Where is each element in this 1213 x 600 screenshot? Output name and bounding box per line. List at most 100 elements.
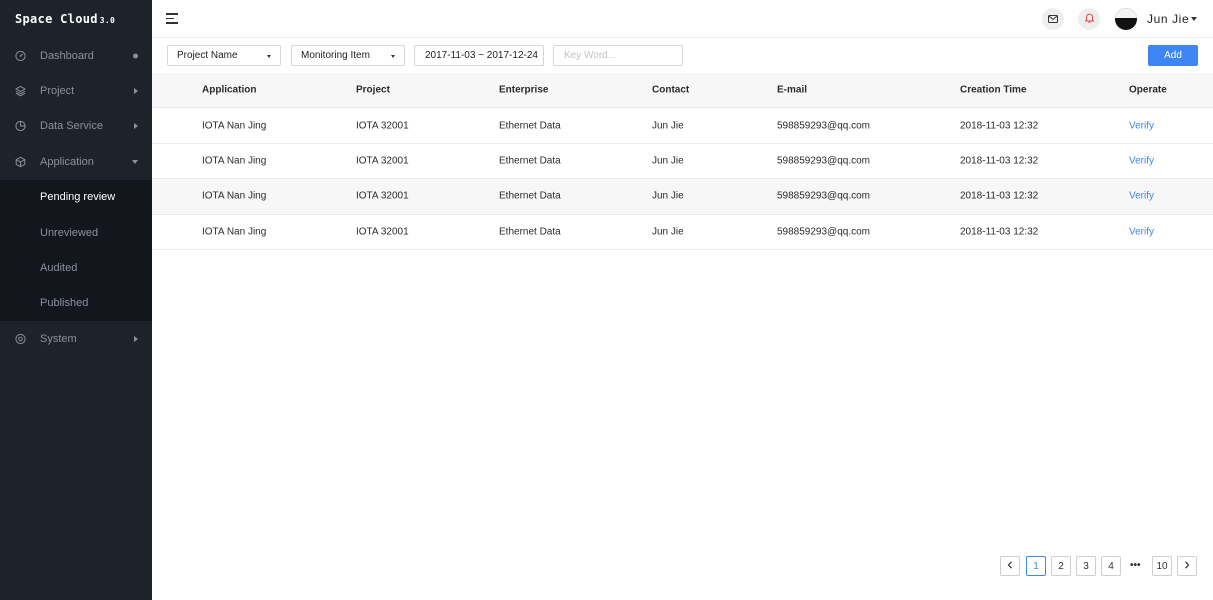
sidebar-nav: Dashboard Project Data Service Applicati… [0, 38, 152, 357]
column-header-email: E-mail [777, 84, 808, 96]
column-header-creation-time: Creation Time [960, 84, 1027, 96]
column-header-contact: Contact [652, 84, 690, 96]
cell-email: 598859293@qq.com [777, 120, 870, 132]
cell-email: 598859293@qq.com [777, 190, 870, 202]
previous-page-button[interactable] [1000, 556, 1020, 576]
cell-enterprise: Ethernet Data [499, 120, 561, 132]
sidebar-item-label: Data Service [40, 120, 103, 133]
cell-application: IOTA Nan Jing [202, 226, 267, 238]
sidebar-item-data-service[interactable]: Data Service [0, 109, 152, 144]
cell-enterprise: Ethernet Data [499, 226, 561, 238]
cell-application: IOTA Nan Jing [202, 120, 267, 132]
table-row: IOTA Nan Jing IOTA 32001 Ethernet Data J… [152, 143, 1213, 180]
sidebar-item-dashboard[interactable]: Dashboard [0, 38, 152, 73]
submenu-item-published[interactable]: Published [0, 286, 152, 321]
page-button-1[interactable]: 1 [1026, 556, 1046, 576]
chevron-right-icon [134, 123, 138, 130]
table-row: IOTA Nan Jing IOTA 32001 Ethernet Data J… [152, 179, 1213, 215]
chevron-right-icon [1184, 560, 1190, 572]
menu-toggle-icon[interactable] [166, 13, 178, 24]
pagination-ellipsis: ••• [1130, 560, 1141, 571]
column-header-project: Project [356, 84, 390, 96]
verify-link[interactable]: Verify [1129, 226, 1154, 237]
cell-project: IOTA 32001 [356, 190, 409, 202]
cell-project: IOTA 32001 [356, 226, 409, 238]
user-name[interactable]: Jun Jie [1147, 12, 1189, 26]
layers-icon [15, 86, 26, 97]
chevron-left-icon [1007, 560, 1013, 572]
cell-contact: Jun Jie [652, 190, 684, 202]
cell-project: IOTA 32001 [356, 155, 409, 167]
page-button-3[interactable]: 3 [1076, 556, 1096, 576]
verify-link[interactable]: Verify [1129, 191, 1154, 202]
pie-chart-icon [15, 121, 26, 132]
sidebar-item-application[interactable]: Application [0, 144, 152, 179]
page-button-10[interactable]: 10 [1152, 556, 1172, 576]
submenu-item-pending-review[interactable]: Pending review [0, 180, 152, 215]
chevron-right-icon [134, 88, 138, 95]
cell-contact: Jun Jie [652, 120, 684, 132]
sidebar-item-label: System [40, 332, 77, 345]
page-button-4[interactable]: 4 [1101, 556, 1121, 576]
table-row: IOTA Nan Jing IOTA 32001 Ethernet Data J… [152, 214, 1213, 250]
top-header: Jun Jie [152, 0, 1213, 38]
cell-creation-time: 2018-11-03 12:32 [960, 155, 1039, 167]
cell-creation-time: 2018-11-03 12:32 [960, 226, 1039, 238]
cell-contact: Jun Jie [652, 155, 684, 167]
cell-enterprise: Ethernet Data [499, 155, 561, 167]
bell-icon [1083, 10, 1095, 28]
chevron-down-icon [132, 159, 138, 164]
sidebar-item-project[interactable]: Project [0, 73, 152, 108]
gear-icon [15, 333, 26, 344]
mail-button[interactable] [1042, 8, 1064, 30]
keyword-search-input[interactable] [553, 45, 683, 66]
date-range-picker[interactable]: 2017-11-03 ~ 2017-12-24 [414, 45, 544, 66]
sidebar-item-label: Project [40, 85, 75, 98]
monitoring-item-select[interactable]: Monitoring Item [291, 45, 405, 66]
cell-application: IOTA Nan Jing [202, 155, 267, 167]
cell-email: 598859293@qq.com [777, 155, 870, 167]
verify-link[interactable]: Verify [1129, 155, 1154, 166]
cell-contact: Jun Jie [652, 226, 684, 238]
monitoring-item-select-value: Monitoring Item [301, 50, 370, 61]
mail-icon [1048, 10, 1058, 28]
column-header-enterprise: Enterprise [499, 84, 549, 96]
chevron-down-icon[interactable] [1191, 17, 1197, 21]
table-row: IOTA Nan Jing IOTA 32001 Ethernet Data J… [152, 108, 1213, 144]
app-version: 3.0 [99, 16, 116, 25]
project-name-select[interactable]: Project Name [167, 45, 281, 66]
chevron-right-icon [134, 335, 138, 342]
dot-indicator-icon [133, 53, 138, 59]
app-logo-text: Space Cloud [15, 12, 98, 26]
next-page-button[interactable] [1177, 556, 1197, 576]
cell-project: IOTA 32001 [356, 120, 409, 132]
cube-icon [15, 156, 26, 168]
application-submenu: Pending review Unreviewed Audited Publis… [0, 179, 152, 322]
verify-link[interactable]: Verify [1129, 120, 1154, 131]
applications-table: Application Project Enterprise Contact E… [152, 73, 1213, 250]
dropdown-arrow-icon [267, 55, 271, 58]
cell-email: 598859293@qq.com [777, 226, 870, 238]
column-header-application: Application [202, 84, 257, 96]
app-logo[interactable]: Space Cloud 3.0 [15, 12, 115, 26]
sidebar-item-label: Application [40, 155, 94, 168]
column-header-operate: Operate [1129, 84, 1167, 96]
sidebar: Space Cloud 3.0 Dashboard Project Data Se… [0, 0, 152, 600]
sidebar-item-system[interactable]: System [0, 321, 152, 356]
sidebar-item-label: Dashboard [40, 49, 94, 62]
dropdown-arrow-icon [391, 55, 395, 58]
cell-enterprise: Ethernet Data [499, 190, 561, 202]
project-name-select-value: Project Name [177, 50, 238, 61]
cell-creation-time: 2018-11-03 12:32 [960, 120, 1039, 132]
add-button[interactable]: Add [1148, 45, 1198, 66]
dashboard-icon [15, 50, 26, 61]
cell-creation-time: 2018-11-03 12:32 [960, 190, 1039, 202]
table-header: Application Project Enterprise Contact E… [152, 73, 1213, 109]
user-avatar[interactable] [1115, 8, 1137, 30]
notifications-button[interactable] [1078, 8, 1100, 30]
page-button-2[interactable]: 2 [1051, 556, 1071, 576]
submenu-item-audited[interactable]: Audited [0, 250, 152, 285]
date-range-value: 2017-11-03 ~ 2017-12-24 [425, 50, 538, 61]
cell-application: IOTA Nan Jing [202, 190, 267, 202]
submenu-item-unreviewed[interactable]: Unreviewed [0, 215, 152, 250]
